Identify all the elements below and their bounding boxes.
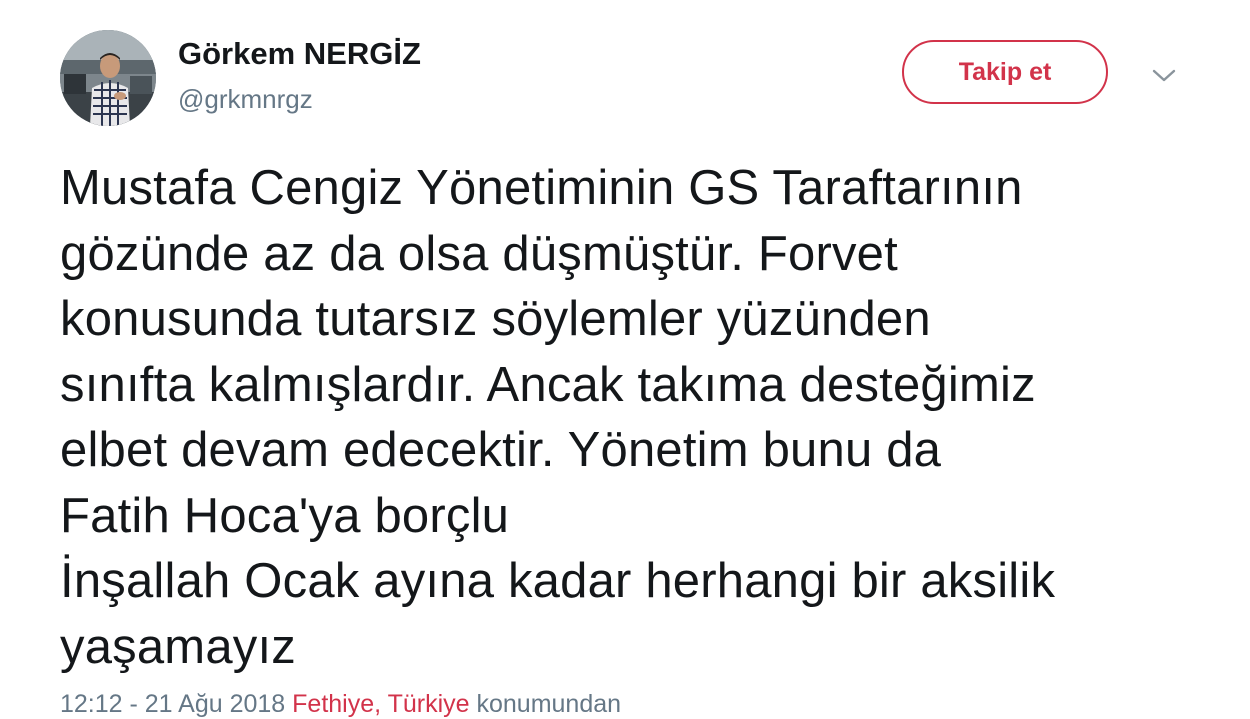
location-link[interactable]: Fethiye, Türkiye — [292, 690, 469, 718]
tweet-text-line: elbet devam edecektir. Yönetim bunu da — [60, 423, 942, 477]
tweet-time[interactable]: 12:12 — [60, 690, 123, 718]
tweet-text-line: Fatih Hoca'ya borçlu — [60, 488, 510, 543]
user-handle[interactable]: @grkmnrgz — [178, 84, 313, 115]
tweet-text: Mustafa Cengiz Yönetiminin GS Taraftarın… — [60, 156, 1210, 680]
tweet-meta: 12:12 - 21 Ağu 2018 Fethiye, Türkiye kon… — [60, 690, 621, 719]
avatar-photo-icon — [60, 30, 156, 126]
follow-button[interactable]: Takip et — [902, 40, 1108, 104]
chevron-down-icon[interactable] — [1150, 62, 1178, 90]
meta-separator: - — [122, 690, 145, 718]
location-suffix: konumundan — [469, 690, 622, 718]
tweet-text-line: konusunda tutarsız söylemler yüzünden — [60, 292, 931, 346]
tweet-text-line: Mustafa Cengiz Yönetiminin GS Taraftarın… — [60, 161, 1023, 215]
tweet-text-line: gözünde az da olsa düşmüştür. Forvet — [60, 226, 898, 281]
avatar[interactable] — [60, 30, 156, 126]
tweet-card: Görkem NERGİZ @grkmnrgz Takip et Mustafa… — [0, 0, 1250, 718]
tweet-date[interactable]: 21 Ağu 2018 — [145, 690, 285, 718]
tweet-text-line: İnşallah Ocak ayına kadar herhangi bir a… — [60, 554, 1056, 608]
tweet-text-line: yaşamayız — [60, 619, 296, 674]
tweet-text-line: sınıfta kalmışlardır. Ancak takıma deste… — [60, 357, 1036, 412]
display-name[interactable]: Görkem NERGİZ — [178, 36, 421, 72]
